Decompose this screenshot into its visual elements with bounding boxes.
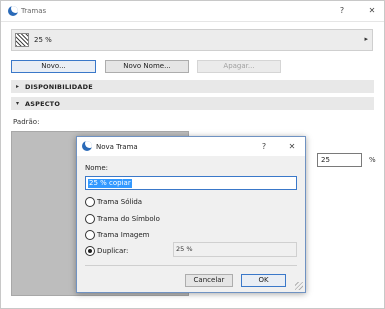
chevron-right-icon: ▸ — [364, 35, 368, 43]
dialog-titlebar: Nova Trama ? ✕ — [77, 137, 305, 156]
divider — [85, 265, 297, 266]
name-label: Nome: — [85, 164, 109, 172]
scale-unit: % — [369, 156, 376, 164]
name-input[interactable]: 25 % copiar — [85, 176, 297, 190]
chevron-down-icon: ▾ — [16, 100, 20, 107]
radio-label: Trama Imagem — [97, 231, 150, 239]
app-icon — [82, 141, 92, 151]
radio-label: Trama do Símbolo — [97, 215, 160, 223]
radio-button[interactable] — [85, 214, 95, 224]
close-icon[interactable]: ✕ — [365, 4, 379, 18]
section-label: DISPONIBILIDADE — [25, 83, 93, 91]
pattern-label: Padrão: — [13, 118, 40, 126]
hatch-pattern-icon — [15, 33, 29, 47]
window-titlebar: Tramas ? ✕ — [1, 1, 384, 22]
ok-button[interactable]: OK — [241, 274, 286, 287]
radio-button[interactable] — [85, 197, 95, 207]
name-input-value: 25 % copiar — [88, 179, 132, 188]
section-disponibilidade[interactable]: ▸ DISPONIBILIDADE — [11, 80, 374, 93]
help-icon[interactable]: ? — [335, 4, 349, 18]
pattern-selector-value: 25 % — [34, 36, 52, 44]
dialog-title: Nova Trama — [96, 143, 138, 151]
help-icon[interactable]: ? — [257, 140, 271, 154]
radio-button[interactable] — [85, 230, 95, 240]
delete-button: Apagar... — [197, 60, 281, 73]
scale-input[interactable]: 25 — [317, 153, 362, 167]
resize-grip-icon[interactable] — [295, 282, 303, 290]
new-button[interactable]: Novo... — [11, 60, 96, 73]
radio-label: Trama Sólida — [97, 198, 143, 206]
chevron-right-icon: ▸ — [16, 83, 20, 90]
duplicate-source-field: 25 % — [173, 242, 297, 257]
new-name-button[interactable]: Novo Nome... — [105, 60, 189, 73]
window-title: Tramas — [21, 7, 47, 15]
cancel-button[interactable]: Cancelar — [185, 274, 233, 287]
app-icon — [8, 6, 18, 16]
radio-button-checked[interactable] — [85, 246, 95, 256]
new-pattern-dialog: Nova Trama ? ✕ Nome: 25 % copiar Trama S… — [76, 136, 306, 293]
section-aspecto[interactable]: ▾ ASPECTO — [11, 97, 374, 110]
radio-label: Duplicar: — [97, 247, 129, 255]
close-icon[interactable]: ✕ — [285, 140, 299, 154]
pattern-selector[interactable]: 25 % ▸ — [11, 29, 373, 51]
section-label: ASPECTO — [25, 100, 61, 108]
